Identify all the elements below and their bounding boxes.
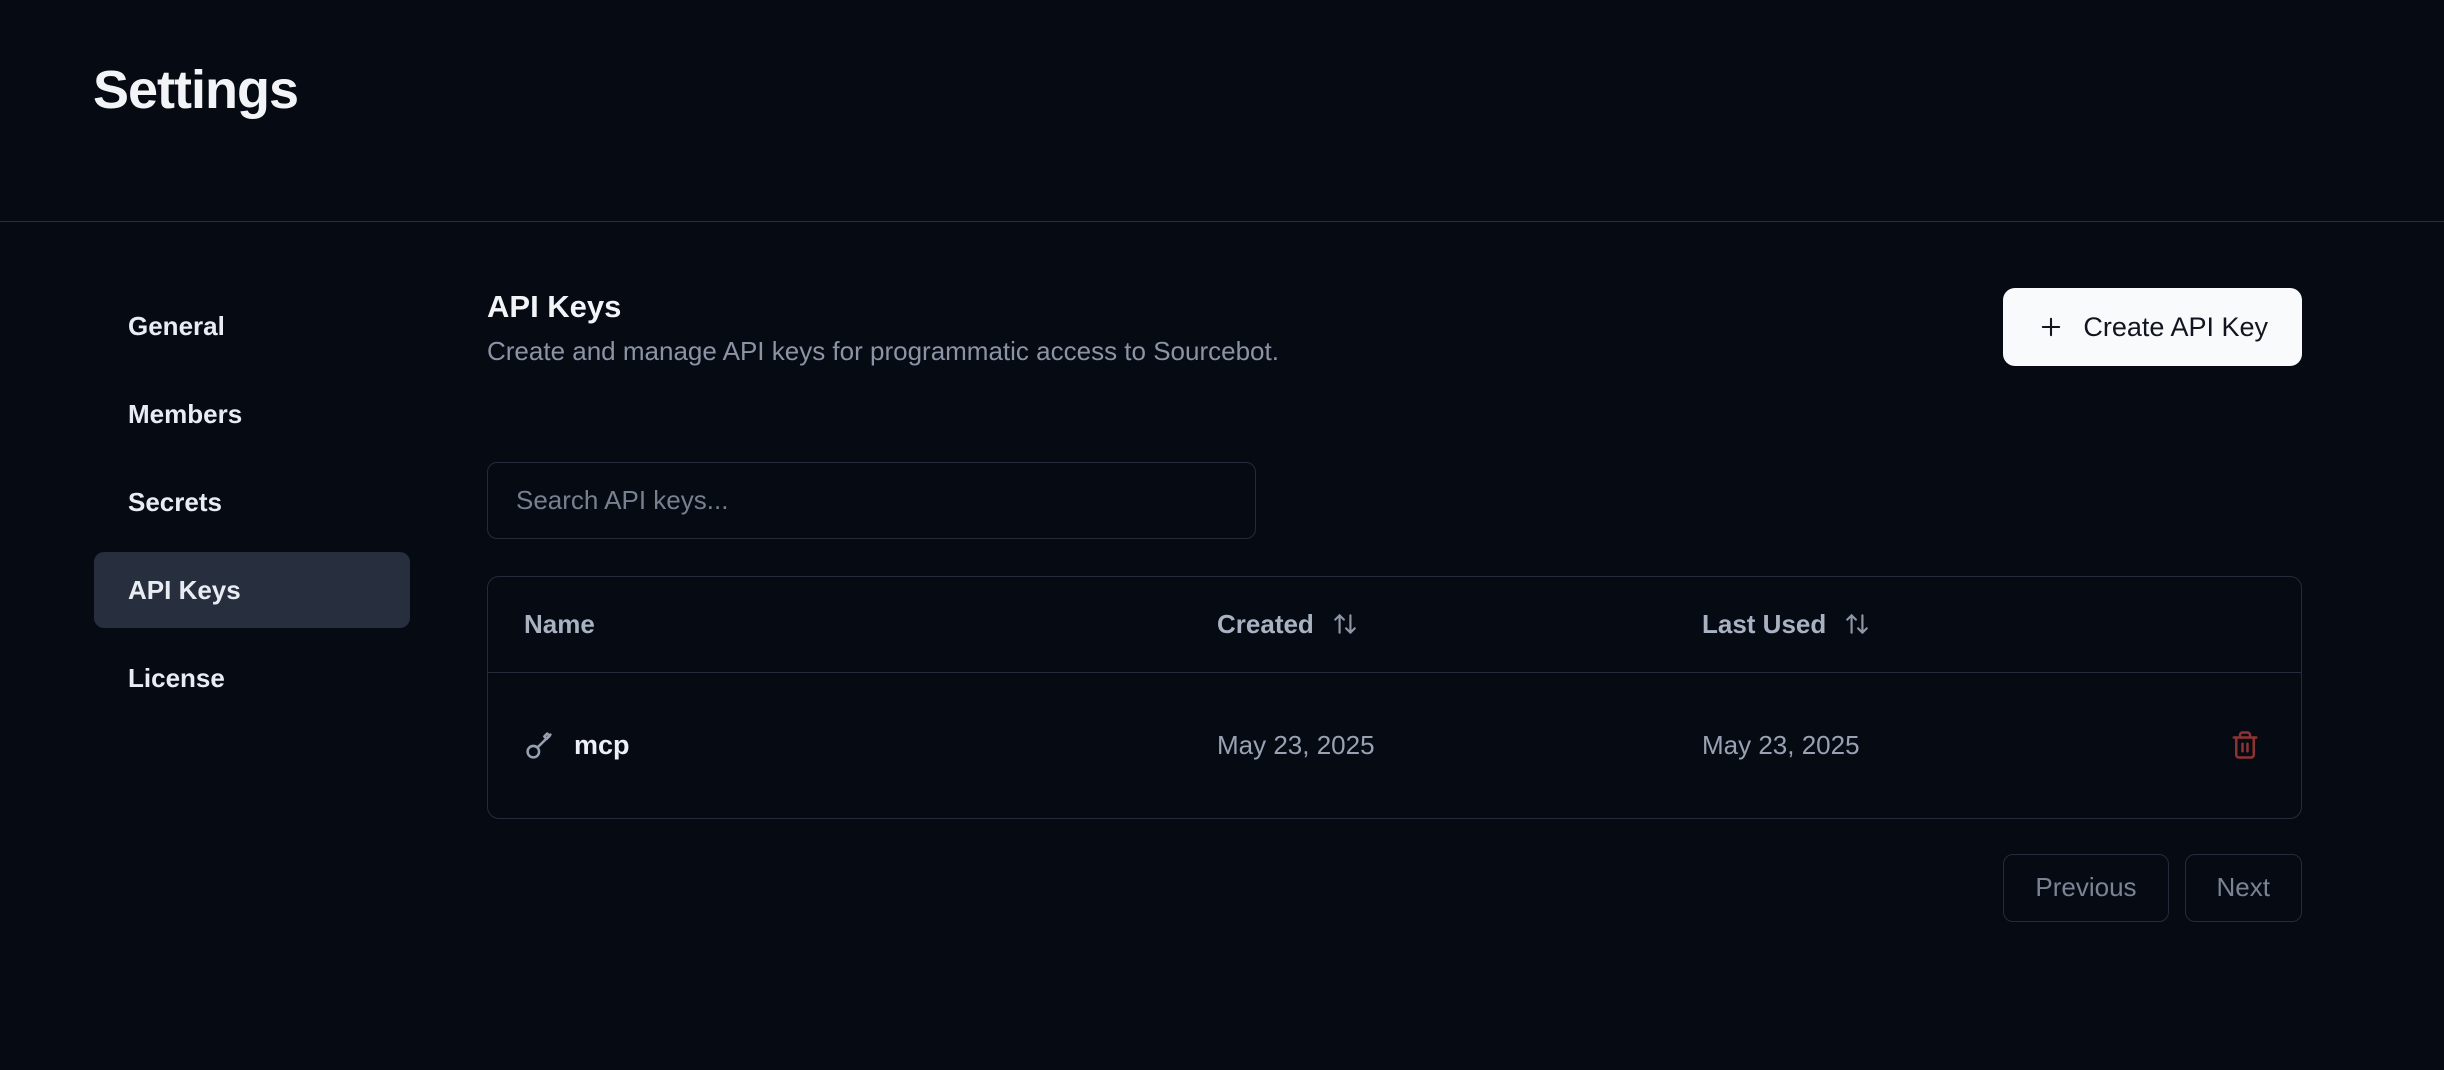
pagination: Previous Next	[487, 853, 2302, 922]
search-input[interactable]	[487, 461, 1256, 539]
api-key-name-cell: mcp	[488, 729, 1217, 761]
section-description: Create and manage API keys for programma…	[487, 335, 1279, 366]
sidebar-item-general[interactable]: General	[94, 288, 410, 364]
create-api-key-label: Create API Key	[2083, 311, 2268, 342]
sidebar-item-members[interactable]: Members	[94, 376, 410, 452]
api-keys-section: API Keys Create and manage API keys for …	[487, 288, 2302, 922]
table-header-row: Name Created Last Used	[488, 577, 2301, 672]
column-header-last-used-sort[interactable]: Last Used	[1702, 609, 1870, 640]
table-row: mcp May 23, 2025 May 23, 2025	[488, 671, 2301, 818]
trash-icon	[2230, 730, 2260, 760]
settings-body: General Members Secrets API Keys License…	[0, 222, 2444, 922]
arrow-up-down-icon	[1332, 611, 1358, 637]
sidebar-item-api-keys[interactable]: API Keys	[94, 552, 410, 628]
column-header-name: Name	[524, 608, 595, 639]
column-header-last-used-label: Last Used	[1702, 608, 1827, 639]
next-page-button[interactable]: Next	[2184, 853, 2302, 922]
row-actions-cell	[2189, 724, 2301, 766]
arrow-up-down-icon	[1844, 611, 1870, 637]
section-title: API Keys	[487, 289, 622, 324]
delete-api-key-button[interactable]	[2224, 724, 2266, 766]
page-title: Settings	[93, 60, 299, 120]
section-header: API Keys Create and manage API keys for …	[487, 288, 2302, 369]
plus-icon	[2037, 313, 2065, 341]
previous-page-button[interactable]: Previous	[2003, 853, 2169, 922]
create-api-key-button[interactable]: Create API Key	[2003, 288, 2302, 366]
column-header-created-sort[interactable]: Created	[1217, 609, 1358, 640]
sidebar-item-secrets[interactable]: Secrets	[94, 464, 410, 540]
key-icon	[524, 729, 556, 761]
last-used-date-cell: May 23, 2025	[1702, 729, 1860, 760]
settings-sidebar: General Members Secrets API Keys License	[94, 288, 410, 922]
api-key-name: mcp	[574, 729, 630, 760]
sidebar-item-license[interactable]: License	[94, 640, 410, 716]
api-keys-table: Name Created Last Used mcp May 23, 2025 …	[487, 575, 2302, 819]
column-header-created-label: Created	[1217, 608, 1314, 639]
page-header: Settings	[0, 0, 2444, 222]
created-date-cell: May 23, 2025	[1217, 729, 1375, 760]
section-header-text: API Keys Create and manage API keys for …	[487, 288, 1279, 369]
settings-page: Settings General Members Secrets API Key…	[0, 0, 2444, 1070]
